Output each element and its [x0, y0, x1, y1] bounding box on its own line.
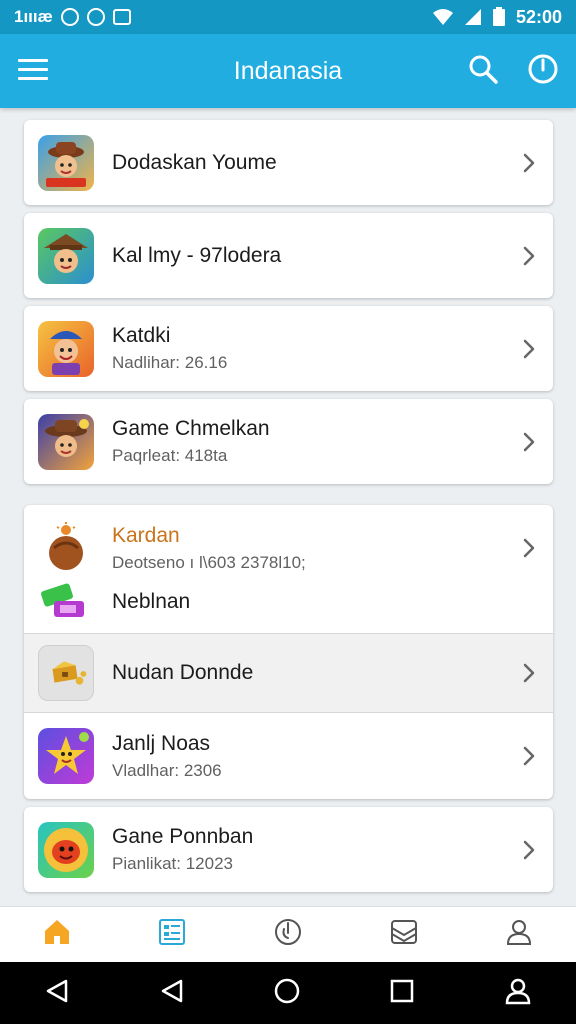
system-home-button[interactable] — [273, 977, 301, 1010]
item-title: Neblnan — [112, 590, 191, 613]
menu-button[interactable] — [18, 57, 48, 86]
signal-icon — [464, 9, 481, 25]
battery-icon — [492, 7, 505, 26]
list-item[interactable]: Neblnan — [24, 581, 553, 623]
notification-icon — [60, 8, 79, 26]
item-subtitle: Deotseno ı l\603 2378l10; — [112, 552, 306, 572]
chevron-right-icon — [523, 746, 535, 766]
item-title: Kal lmy - 97lodera — [112, 243, 282, 267]
system-profile-button[interactable] — [504, 977, 532, 1010]
list-icon — [159, 919, 186, 945]
item-title: Kardan — [112, 523, 180, 547]
chevron-right-icon — [523, 840, 535, 859]
list-item[interactable]: Janlj Noas Vladlhar: 2306 — [24, 713, 553, 799]
list-item[interactable]: Kardan Deotseno ı l\603 2378l10; — [24, 505, 553, 591]
power-button[interactable] — [528, 54, 558, 89]
grouped-card: Kardan Deotseno ı l\603 2378l10; Neblnan… — [24, 505, 553, 799]
explorer-game-icon — [38, 227, 94, 284]
home-icon — [45, 920, 70, 944]
item-title: Gane Ponnban — [112, 825, 254, 848]
back-triangle-icon — [161, 979, 182, 1002]
list-item[interactable]: Kal lmy - 97lodera — [24, 213, 553, 298]
item-subtitle: Pianlikat: 12023 — [112, 854, 233, 873]
clock-icon — [86, 8, 105, 26]
list-item[interactable]: Gane Ponnban Pianlikat: 12023 — [24, 807, 553, 892]
item-subtitle: Vladlhar: 2306 — [112, 760, 222, 780]
home-circle-icon — [274, 978, 300, 1003]
chevron-right-icon — [523, 153, 535, 172]
list-item[interactable]: Dodaskan Youme — [24, 120, 553, 205]
chevron-right-icon — [523, 538, 535, 558]
chevron-right-icon — [523, 339, 535, 358]
hero-game-icon — [38, 320, 94, 377]
app-bar: Indanasia — [0, 34, 576, 108]
list-card[interactable]: Game Chmelkan Paqrleat: 418ta — [24, 399, 553, 484]
chevron-right-icon — [523, 663, 535, 683]
list-card[interactable]: Katdki Nadlihar: 26.16 — [24, 306, 553, 391]
ticket-icon — [38, 581, 94, 623]
inbox-icon — [390, 920, 417, 944]
nav-power[interactable] — [273, 917, 303, 952]
game-list: Dodaskan Youme Kal lmy - 97lodera Katdki… — [24, 120, 553, 900]
profile-icon — [505, 978, 531, 1004]
nav-home[interactable] — [43, 918, 71, 951]
red-blob-icon — [38, 821, 94, 878]
status-right: 52:00 — [432, 7, 562, 28]
status-text: 1ıııæ — [14, 7, 53, 26]
status-bar: 1ıııæ 52:00 — [0, 0, 576, 34]
item-title: Game Chmelkan — [112, 417, 270, 440]
status-left: 1ıııæ — [14, 7, 131, 27]
list-card[interactable]: Dodaskan Youme — [24, 120, 553, 205]
list-card[interactable]: Kal lmy - 97lodera — [24, 213, 553, 298]
app-notification-icon — [112, 9, 131, 25]
recents-square-icon — [391, 979, 414, 1002]
wifi-icon — [432, 9, 453, 25]
bottom-navigation — [0, 906, 576, 962]
chevron-right-icon — [523, 432, 535, 451]
nav-inbox[interactable] — [390, 918, 418, 951]
list-card[interactable]: Gane Ponnban Pianlikat: 12023 — [24, 807, 553, 892]
star-creature-icon — [38, 728, 94, 784]
system-back-button[interactable] — [44, 978, 70, 1009]
system-navigation — [0, 962, 576, 1024]
nav-profile[interactable] — [505, 918, 533, 951]
item-subtitle: Nadlihar: 26.16 — [112, 353, 228, 372]
list-item-selected[interactable]: Nudan Donnde — [24, 633, 553, 713]
item-title: Nudan Donnde — [112, 661, 254, 684]
power-icon — [528, 54, 558, 83]
search-icon — [469, 55, 498, 84]
nav-list[interactable] — [158, 918, 186, 951]
coconut-icon — [38, 520, 94, 576]
hamburger-icon — [18, 58, 48, 80]
system-back-button-2[interactable] — [159, 978, 185, 1009]
item-title: Katdki — [112, 324, 171, 347]
treasure-icon — [38, 645, 94, 701]
power-icon — [274, 919, 301, 945]
chevron-right-icon — [523, 246, 535, 265]
profile-icon — [506, 920, 531, 945]
item-title: Janlj Noas — [112, 731, 211, 755]
search-button[interactable] — [468, 54, 498, 89]
status-time: 52:00 — [515, 6, 562, 27]
item-subtitle: Paqrleat: 418ta — [112, 446, 228, 465]
cowboy-game-icon — [38, 134, 94, 191]
list-item[interactable]: Katdki Nadlihar: 26.16 — [24, 306, 553, 391]
back-triangle-icon — [46, 979, 68, 1002]
adventurer-game-icon — [38, 413, 94, 470]
system-recents-button[interactable] — [389, 978, 415, 1009]
list-item[interactable]: Game Chmelkan Paqrleat: 418ta — [24, 399, 553, 484]
item-title: Dodaskan Youme — [112, 150, 277, 174]
